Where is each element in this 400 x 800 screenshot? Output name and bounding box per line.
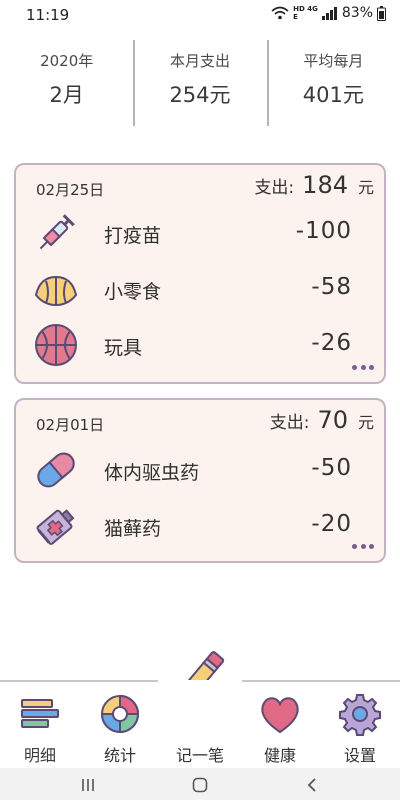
tab-statistics[interactable]: 统计 bbox=[80, 680, 160, 768]
recent-apps-icon[interactable] bbox=[80, 777, 96, 793]
signal-icon bbox=[321, 6, 337, 20]
entry-name: 猫藓药 bbox=[104, 518, 162, 540]
entry-amount: -58 bbox=[311, 274, 352, 300]
monthly-expense: 本月支出 254元 bbox=[133, 36, 266, 128]
average-value: 401元 bbox=[302, 83, 364, 107]
more-icon[interactable] bbox=[352, 544, 374, 552]
tab-health[interactable]: 健康 bbox=[240, 680, 320, 768]
syringe-icon bbox=[39, 214, 75, 250]
day-total-label: 支出: bbox=[254, 178, 295, 198]
croissant-icon bbox=[34, 275, 78, 307]
tab-settings[interactable]: 设置 bbox=[320, 680, 400, 768]
home-icon[interactable] bbox=[192, 777, 208, 793]
tab-label: 明细 bbox=[23, 746, 56, 765]
day-card: 02月25日 支出: 184 元 打疫苗 -100 小零食 -58 玩具 -26 bbox=[14, 163, 386, 384]
list-icon bbox=[21, 699, 59, 728]
system-navigation-bar bbox=[0, 768, 400, 800]
year-label: 2020年 bbox=[40, 52, 94, 70]
expense-entry[interactable]: 小零食 -58 bbox=[16, 265, 384, 315]
entry-name: 玩具 bbox=[104, 337, 143, 359]
entry-amount: -20 bbox=[311, 511, 352, 537]
tab-label: 设置 bbox=[343, 746, 376, 765]
network-type-bottom: E bbox=[293, 13, 298, 21]
expense-entry[interactable]: 体内驱虫药 -50 bbox=[16, 446, 384, 496]
day-total-unit: 元 bbox=[357, 413, 374, 432]
tab-record[interactable]: 记一笔 bbox=[160, 680, 240, 768]
month-value: 2月 bbox=[49, 83, 84, 107]
gear-icon bbox=[339, 694, 381, 736]
entry-name: 小零食 bbox=[104, 281, 162, 303]
day-total-label: 支出: bbox=[269, 413, 310, 433]
entry-amount: -26 bbox=[311, 330, 352, 356]
tab-label: 记一笔 bbox=[175, 746, 224, 765]
day-card: 02月01日 支出: 70 元 体内驱虫药 -50 猫藓药 -20 bbox=[14, 398, 386, 563]
day-total-value: 70 bbox=[317, 406, 348, 434]
status-indicators: HD 4G E 83% bbox=[271, 5, 386, 21]
monthly-average: 平均每月 401元 bbox=[266, 36, 400, 128]
entry-amount: -100 bbox=[295, 218, 352, 244]
ointment-tube-icon bbox=[36, 509, 75, 545]
monthly-expense-value: 254元 bbox=[169, 83, 231, 107]
summary-header: 2020年 2月 本月支出 254元 平均每月 401元 bbox=[0, 36, 400, 128]
tab-label: 健康 bbox=[263, 746, 296, 765]
expense-entry[interactable]: 打疫苗 -100 bbox=[16, 209, 384, 259]
more-icon[interactable] bbox=[352, 365, 374, 373]
status-time: 11:19 bbox=[26, 6, 70, 24]
entry-name: 体内驱虫药 bbox=[104, 462, 200, 484]
average-label: 平均每月 bbox=[303, 52, 364, 70]
wifi-icon bbox=[271, 6, 289, 20]
pie-chart-icon bbox=[100, 694, 140, 734]
ball-icon bbox=[35, 324, 77, 366]
status-bar: 11:19 HD 4G E 83% bbox=[0, 0, 400, 30]
monthly-expense-label: 本月支出 bbox=[169, 52, 230, 70]
bottom-tab-bar: 明细 统计 记一笔 健康 设置 bbox=[0, 680, 400, 768]
tab-label: 统计 bbox=[103, 746, 136, 765]
day-total-value: 184 bbox=[302, 171, 348, 199]
entry-amount: -50 bbox=[311, 455, 352, 481]
expense-entry[interactable]: 玩具 -26 bbox=[16, 321, 384, 371]
day-total: 支出: 70 元 bbox=[270, 406, 374, 434]
day-total: 支出: 184 元 bbox=[254, 171, 374, 199]
heart-icon bbox=[261, 697, 299, 734]
capsule-icon bbox=[37, 452, 75, 488]
battery-percent: 83% bbox=[341, 5, 373, 21]
back-icon[interactable] bbox=[304, 777, 320, 793]
battery-icon bbox=[377, 5, 386, 21]
day-total-unit: 元 bbox=[357, 178, 374, 197]
entry-name: 打疫苗 bbox=[104, 225, 162, 247]
day-date: 02月01日 bbox=[36, 416, 105, 434]
day-date: 02月25日 bbox=[36, 181, 105, 199]
tab-details[interactable]: 明细 bbox=[0, 680, 80, 768]
network-type-top: HD 4G bbox=[293, 5, 318, 13]
expense-entry[interactable]: 猫藓药 -20 bbox=[16, 502, 384, 552]
month-picker[interactable]: 2020年 2月 bbox=[0, 36, 133, 128]
network-type: HD 4G E bbox=[293, 5, 318, 21]
